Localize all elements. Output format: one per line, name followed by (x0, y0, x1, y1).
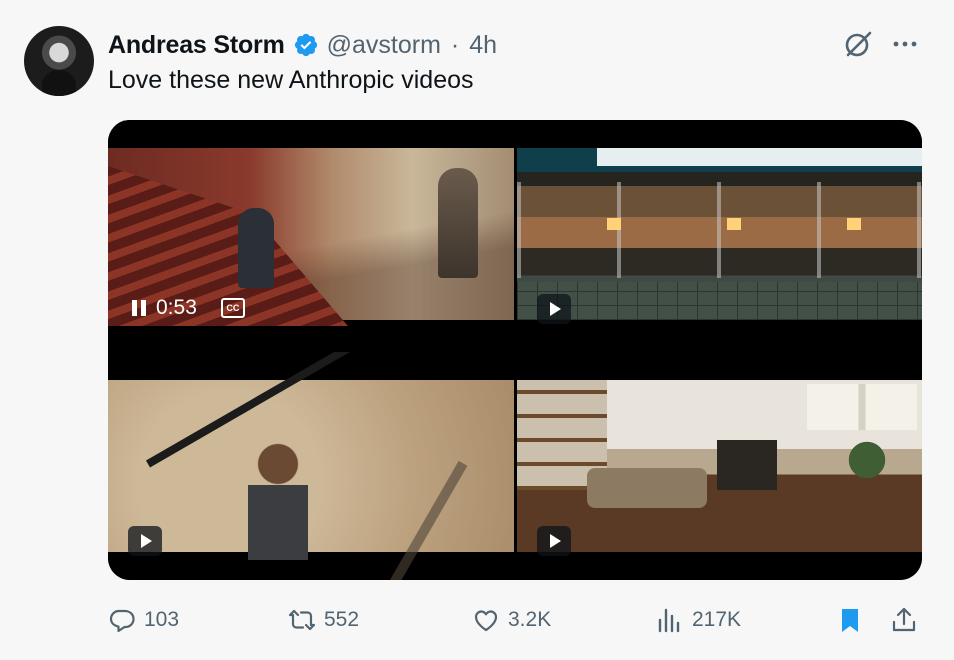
pole-graphic (358, 460, 468, 580)
bookmark-icon (842, 609, 858, 632)
closed-captions-icon[interactable]: CC (220, 298, 245, 318)
video-tile-4[interactable] (517, 352, 922, 580)
person-graphic (438, 168, 478, 278)
tweet-text: Love these new Anthropic videos (108, 66, 474, 94)
separator: · (450, 30, 460, 59)
video-tile-2[interactable] (517, 120, 922, 348)
video-tile-3[interactable] (108, 352, 514, 580)
pause-icon[interactable] (132, 300, 146, 316)
video-thumbnail (517, 148, 922, 320)
views-button[interactable]: 217K (656, 602, 741, 638)
views-count: 217K (692, 608, 742, 631)
video-thumbnail (517, 380, 922, 552)
share-icon (892, 607, 916, 632)
more-icon[interactable] (890, 31, 920, 57)
media-grid: 0:53 CC (108, 120, 922, 580)
verified-badge-icon (294, 33, 317, 57)
timestamp[interactable]: 4h (469, 31, 497, 60)
play-icon[interactable] (537, 294, 571, 324)
share-button[interactable] (890, 602, 918, 638)
video-tile-1[interactable]: 0:53 CC (108, 120, 514, 348)
lamps-graphic (517, 218, 922, 230)
window-graphic (807, 384, 917, 430)
views-icon (658, 608, 680, 633)
video-controls: 0:53 CC (132, 296, 245, 320)
sign-graphic (597, 148, 922, 166)
bookmark-button[interactable] (836, 602, 864, 638)
author-handle[interactable]: @avstorm (327, 31, 441, 60)
windows-graphic (517, 182, 922, 278)
retweet-button[interactable]: 552 (288, 602, 359, 638)
sofa-graphic (587, 468, 707, 508)
grok-icon[interactable] (842, 28, 874, 60)
plant-graphic (847, 430, 887, 490)
pole-graphic (146, 352, 514, 468)
video-time: 0:53 (156, 296, 197, 319)
tweet-card[interactable]: Andreas Storm @avstorm · 4h Love these n… (0, 0, 954, 660)
video-thumbnail (108, 148, 514, 326)
reply-icon (109, 609, 135, 633)
heart-icon (474, 610, 498, 632)
play-icon[interactable] (128, 526, 162, 556)
person-graphic (228, 440, 328, 560)
retweet-count: 552 (324, 608, 360, 631)
reply-button[interactable]: 103 (108, 602, 179, 638)
like-button[interactable]: 3.2K (472, 602, 551, 638)
avatar[interactable] (24, 26, 94, 96)
person-graphic (238, 208, 274, 288)
retweet-icon (288, 609, 316, 631)
play-icon[interactable] (537, 526, 571, 556)
reply-count: 103 (144, 608, 180, 631)
action-bar: 103 552 3.2K 217K (108, 602, 922, 638)
like-count: 3.2K (508, 608, 552, 631)
author-name[interactable]: Andreas Storm (108, 31, 285, 60)
tile-wall-graphic (517, 282, 922, 320)
tweet-header: Andreas Storm @avstorm · 4h (108, 28, 497, 62)
fireplace-graphic (717, 440, 777, 490)
video-thumbnail (108, 352, 514, 580)
